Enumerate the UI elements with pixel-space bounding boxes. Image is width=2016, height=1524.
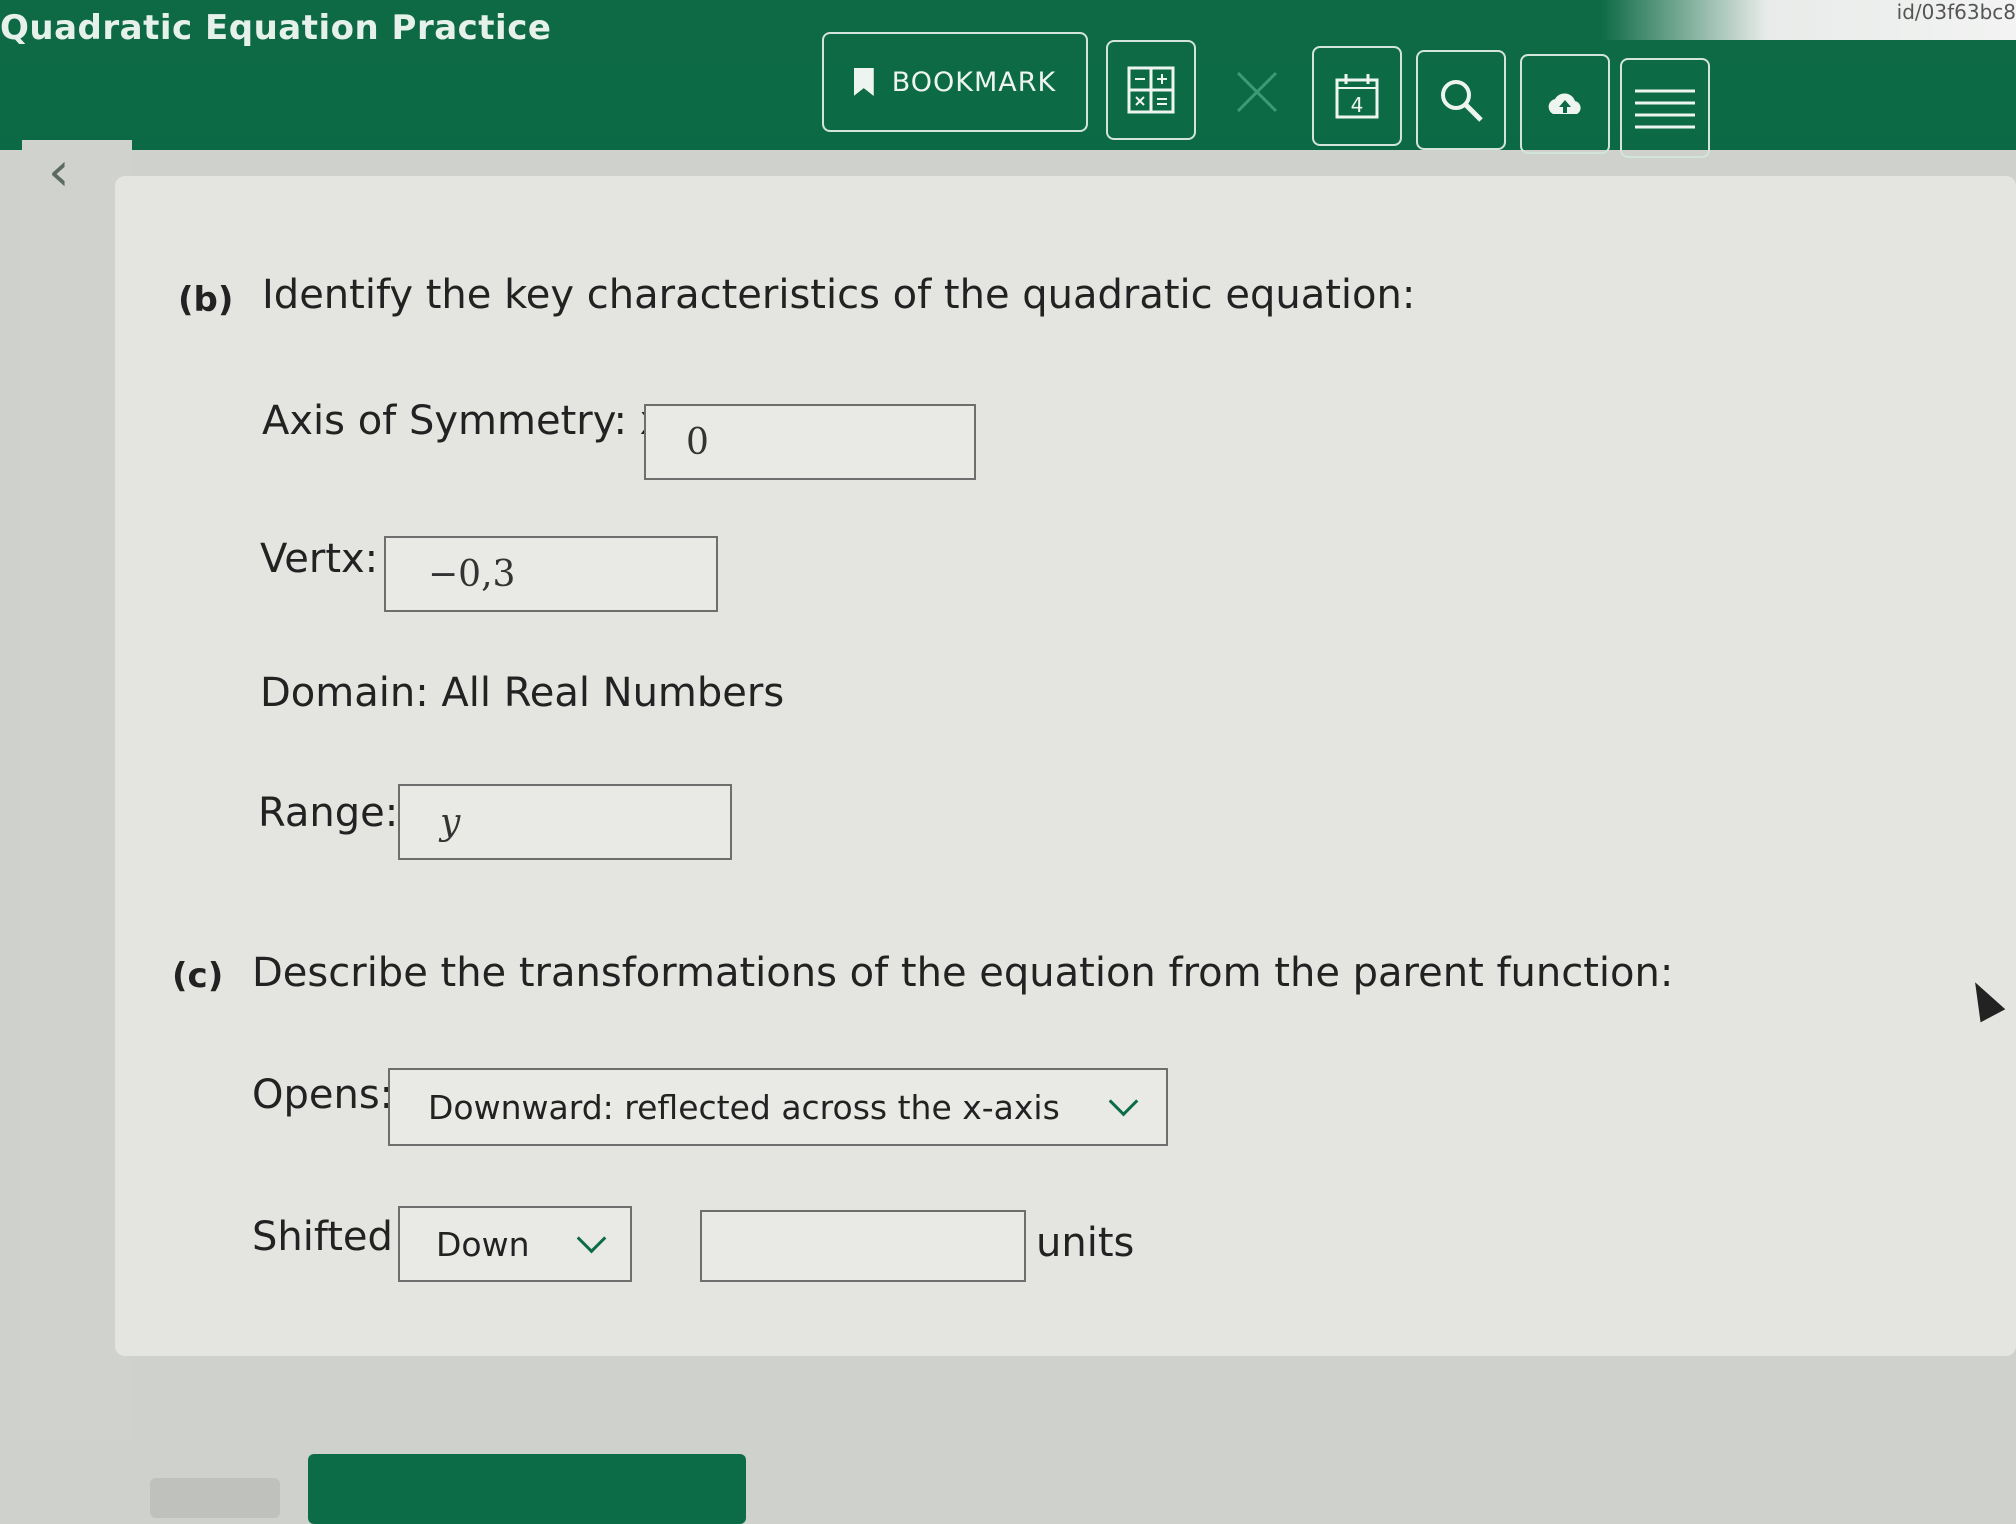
question-panel	[115, 176, 2016, 1356]
axis-value: 0	[686, 421, 709, 463]
opens-selected-value: Downward: reflected across the x-axis	[428, 1087, 1060, 1127]
bookmark-button[interactable]: BOOKMARK	[822, 32, 1088, 132]
axis-of-symmetry-input[interactable]: 0	[644, 404, 976, 480]
range-value: y	[440, 801, 461, 843]
previous-button[interactable]	[150, 1478, 280, 1518]
url-fragment: id/03f63bc8	[1896, 0, 2016, 24]
shifted-label: Shifted	[252, 1214, 393, 1260]
close-button[interactable]	[1212, 42, 1302, 142]
calculator-grid-button[interactable]	[1106, 40, 1196, 140]
chevron-down-icon	[576, 1223, 607, 1253]
range-input[interactable]: y	[398, 784, 732, 860]
shift-direction-select[interactable]: Down	[398, 1206, 632, 1282]
cloud-upload-icon	[1548, 93, 1581, 114]
bookmark-label: BOOKMARK	[891, 66, 1057, 98]
search-button[interactable]	[1416, 50, 1506, 150]
part-b-prompt: Identify the key characteristics of the …	[262, 272, 1416, 318]
shift-amount-input[interactable]	[700, 1210, 1026, 1282]
browser-strip: id/03f63bc8	[1600, 0, 2016, 40]
part-c-marker: (c)	[172, 956, 224, 996]
part-c-prompt: Describe the transformations of the equa…	[252, 950, 1674, 996]
submit-button[interactable]	[308, 1454, 746, 1524]
opens-label: Opens:	[252, 1072, 394, 1118]
calendar-button[interactable]: 4	[1312, 46, 1402, 146]
menu-button[interactable]	[1620, 58, 1710, 158]
range-label: Range:	[258, 790, 399, 836]
part-b-marker: (b)	[178, 280, 234, 320]
calendar-icon: 4	[1335, 74, 1379, 119]
menu-lines-icon	[1635, 89, 1695, 129]
domain-text: Domain: All Real Numbers	[260, 670, 785, 716]
axis-label: Axis of Symmetry: x=	[262, 398, 697, 444]
upload-button[interactable]	[1520, 54, 1610, 154]
search-magnifier-icon	[1441, 80, 1483, 122]
vertex-label: Vertx:	[260, 536, 379, 582]
vertex-input[interactable]: −0,3	[384, 536, 718, 612]
calculator-grid-icon	[1127, 66, 1175, 114]
svg-text:4: 4	[1351, 93, 1364, 117]
opens-select[interactable]: Downward: reflected across the x-axis	[388, 1068, 1168, 1146]
back-chevron-icon[interactable]: ‹	[48, 140, 70, 203]
close-x-icon	[1236, 71, 1278, 113]
shift-direction-value: Down	[436, 1224, 530, 1264]
units-label: units	[1036, 1220, 1135, 1266]
chevron-down-icon	[1108, 1086, 1139, 1116]
bookmark-icon	[853, 68, 874, 96]
app-title: Quadratic Equation Practice	[0, 8, 552, 48]
vertex-value: −0,3	[428, 553, 516, 595]
